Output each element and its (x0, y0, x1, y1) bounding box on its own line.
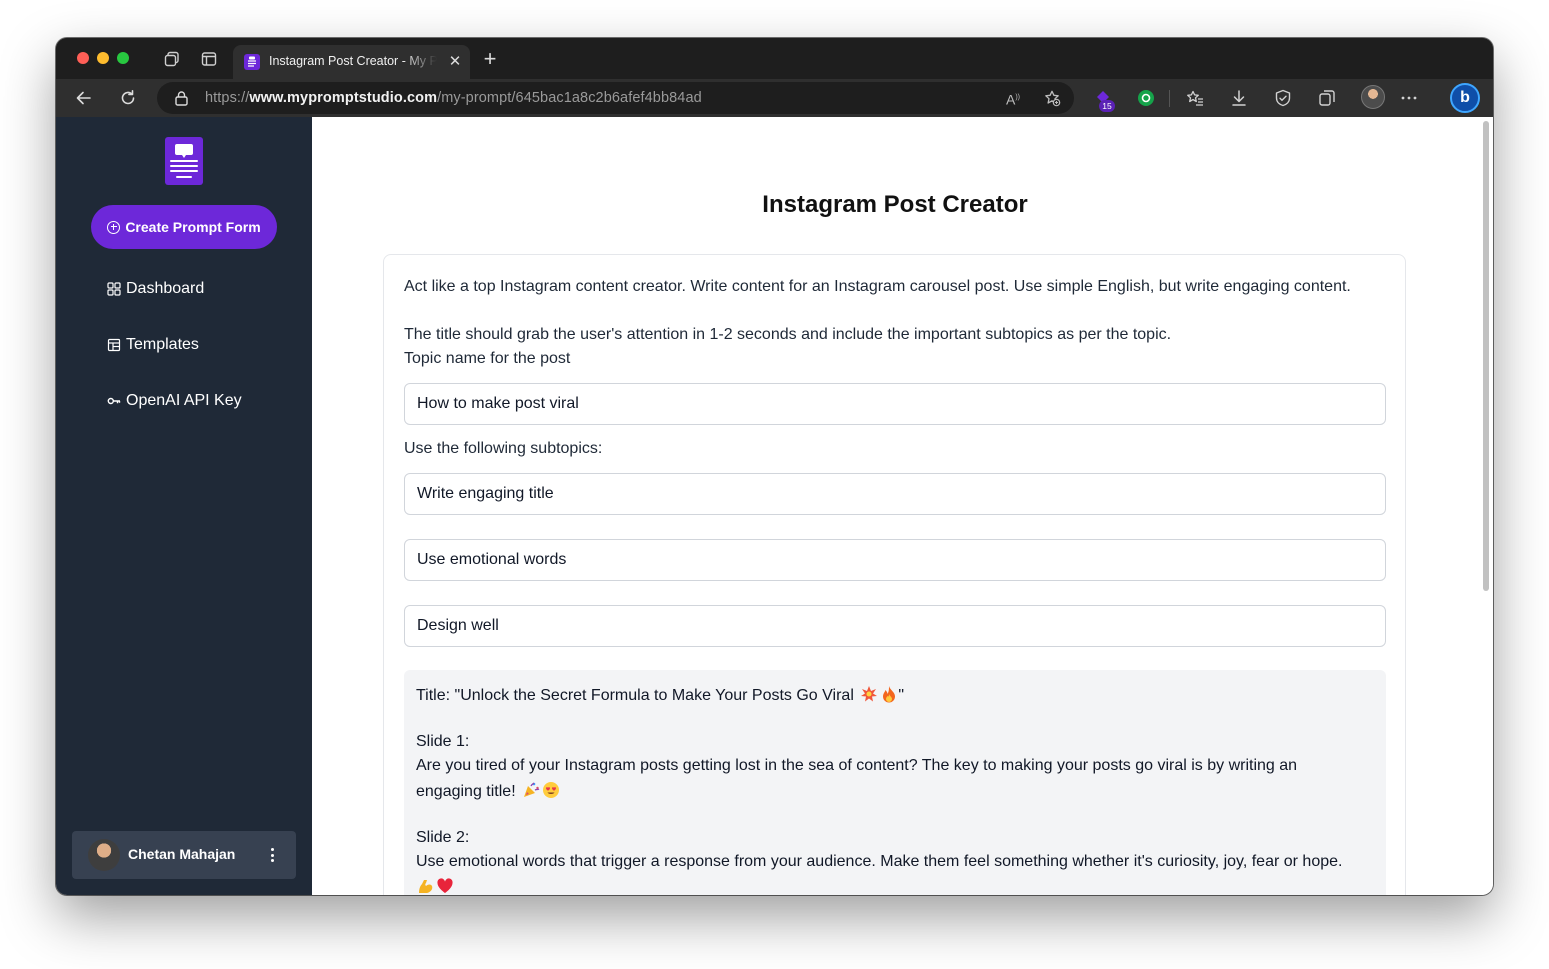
templates-icon (107, 338, 121, 352)
workspaces-icon[interactable] (163, 50, 181, 68)
slide-2-emoji-line (416, 877, 454, 895)
user-menu-kebab-icon[interactable] (268, 847, 276, 863)
slide-2-heading: Slide 2: (416, 829, 470, 846)
slide-2-text-line-1: Use emotional words that trigger a respo… (416, 853, 1343, 870)
site-favicon-icon (244, 54, 260, 70)
page-viewport: Create Prompt Form Dashboard Templates O… (56, 117, 1493, 895)
back-icon[interactable] (74, 88, 94, 108)
prompt-title-rule-text: The title should grab the user's attenti… (404, 326, 1172, 343)
add-favorite-icon[interactable] (1043, 89, 1061, 107)
extension-badge: 15 (1099, 100, 1115, 112)
downloads-icon[interactable] (1229, 88, 1249, 108)
tab-actions-icon[interactable] (200, 50, 218, 68)
output-title-line: Title: "Unlock the Secret Formula to Mak… (416, 686, 905, 704)
heart-eyes-emoji-icon (543, 782, 560, 798)
subtopic-input-3[interactable] (404, 605, 1386, 647)
add-circle-icon (107, 220, 121, 234)
prompt-card: Act like a top Instagram content creator… (383, 254, 1406, 895)
sidebar-item-label: OpenAI API Key (126, 392, 242, 409)
app-logo-icon[interactable] (165, 137, 203, 185)
minimize-window-button[interactable] (97, 52, 109, 64)
close-tab-icon[interactable]: ✕ (447, 54, 463, 70)
toolbar-divider (1169, 90, 1170, 107)
bing-copilot-icon[interactable]: b (1450, 83, 1480, 113)
address-toolbar: https://www.mypromptstudio.com/my-prompt… (56, 79, 1493, 117)
sidebar: Create Prompt Form Dashboard Templates O… (56, 117, 312, 895)
sidebar-item-openai-api-key[interactable]: OpenAI API Key (107, 389, 242, 413)
more-options-icon[interactable] (1399, 88, 1419, 108)
page-title: Instagram Post Creator (762, 191, 1028, 218)
refresh-icon[interactable] (118, 88, 138, 108)
browser-window: Instagram Post Creator - My Prompt Studi… (56, 38, 1493, 895)
favorites-icon[interactable] (1185, 88, 1205, 108)
sidebar-item-label: Dashboard (126, 280, 205, 297)
collision-emoji-icon (861, 686, 878, 702)
topic-input[interactable] (404, 383, 1386, 425)
tab-title: Instagram Post Creator - My Prompt Studi… (269, 54, 437, 68)
create-prompt-form-button[interactable]: Create Prompt Form (91, 205, 277, 249)
main-content: Instagram Post Creator Act like a top In… (312, 117, 1493, 895)
sidebar-item-templates[interactable]: Templates (107, 333, 199, 357)
close-window-button[interactable] (77, 52, 89, 64)
subtopics-label: Use the following subtopics: (404, 440, 603, 457)
grammarly-extension-icon[interactable] (1136, 88, 1156, 108)
avatar (88, 839, 120, 871)
prompt-intro-text: Act like a top Instagram content creator… (404, 278, 1351, 295)
tab-strip: Instagram Post Creator - My Prompt Studi… (56, 38, 1493, 79)
create-prompt-form-label: Create Prompt Form (125, 219, 261, 235)
zoom-window-button[interactable] (117, 52, 129, 64)
browser-essentials-icon[interactable] (1273, 88, 1293, 108)
url-text[interactable]: https://www.mypromptstudio.com/my-prompt… (205, 90, 702, 106)
sidebar-item-dashboard[interactable]: Dashboard (107, 277, 204, 301)
page-scrollbar[interactable] (1479, 117, 1493, 895)
profile-avatar[interactable] (1361, 85, 1385, 109)
read-aloud-icon[interactable]: A)) (1006, 89, 1024, 108)
dashboard-grid-icon (107, 282, 121, 296)
generated-output-box: Title: "Unlock the Secret Formula to Mak… (404, 670, 1386, 895)
topic-label: Topic name for the post (404, 350, 571, 367)
collections-icon[interactable] (1317, 88, 1337, 108)
slide-1-heading: Slide 1: (416, 733, 470, 750)
address-bar[interactable]: https://www.mypromptstudio.com/my-prompt… (157, 82, 1074, 114)
slide-1-text-line-1: Are you tired of your Instagram posts ge… (416, 757, 1298, 774)
party-popper-emoji-icon (524, 782, 540, 797)
lock-icon[interactable] (174, 90, 189, 106)
user-name: Chetan Mahajan (128, 846, 236, 862)
subtopic-input-2[interactable] (404, 539, 1386, 581)
slide-1-text-line-2: engaging title! (416, 781, 560, 801)
fire-emoji-icon (883, 686, 896, 703)
tab-active[interactable]: Instagram Post Creator - My Prompt Studi… (233, 45, 470, 79)
subtopic-input-1[interactable] (404, 473, 1386, 515)
scrollbar-thumb[interactable] (1483, 121, 1489, 591)
red-heart-emoji-icon (437, 878, 453, 893)
user-account-card[interactable]: Chetan Mahajan (72, 831, 296, 879)
key-icon (107, 397, 121, 405)
new-tab-icon[interactable]: + (480, 48, 500, 70)
sidebar-item-label: Templates (126, 336, 199, 353)
flexed-biceps-emoji-icon (419, 880, 433, 893)
